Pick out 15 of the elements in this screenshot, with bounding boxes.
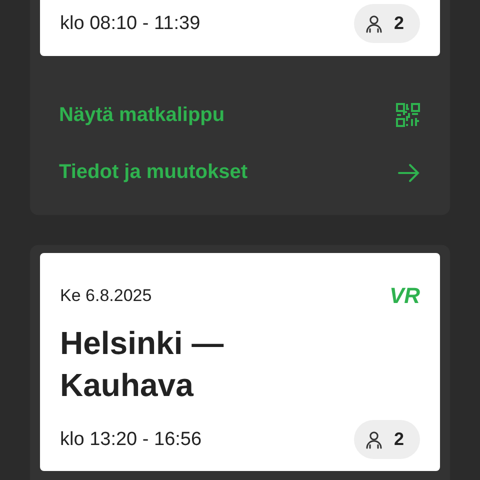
trip-card[interactable]: klo 08:10 - 11:39 2 [40,0,440,56]
trip-card[interactable]: Ke 6.8.2025 VR Helsinki — Kauhava klo 13:20 - 16:56 2 [40,253,440,472]
route-title: Helsinki — Kauhava [60,324,225,405]
action-link[interactable]: Tiedot ja muutokset [40,144,440,201]
passenger-count: 2 [394,13,404,34]
qr-code-icon [396,103,420,127]
trip-time: klo 13:20 - 16:56 [60,428,202,451]
trip-time: klo 08:10 - 11:39 [60,12,200,34]
action-link[interactable]: Näytä matkalippu [40,86,440,144]
passenger-count: 2 [394,429,404,450]
vr-logo: VR [389,283,420,309]
person-icon [364,430,384,450]
trip-date: Ke 6.8.2025 [60,286,152,306]
arrow-right-icon [398,162,420,182]
person-icon [364,14,384,34]
